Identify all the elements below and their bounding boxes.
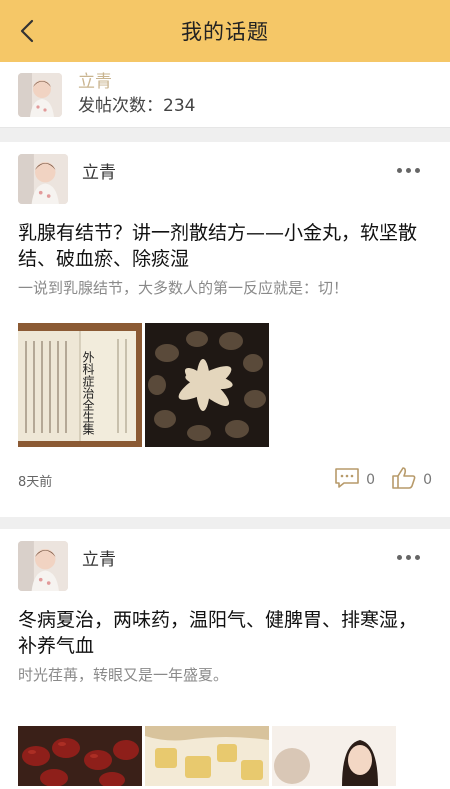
comment-button[interactable]: 0	[334, 467, 375, 493]
herb-image[interactable]	[145, 323, 269, 447]
back-icon[interactable]	[16, 17, 40, 45]
more-options-icon[interactable]	[397, 555, 420, 560]
comment-icon	[334, 467, 360, 493]
avatar[interactable]	[18, 541, 68, 591]
avatar[interactable]	[18, 154, 68, 204]
profile-name: 立青	[78, 71, 112, 92]
post-excerpt: 时光荏苒，转眼又是一年盛夏。	[18, 666, 229, 684]
ginger-image[interactable]	[145, 726, 269, 786]
post-title[interactable]: 乳腺有结节？讲一剂散结方——小金丸，软坚散结、破血瘀、除痰湿	[18, 220, 424, 272]
post-title[interactable]: 冬病夏治，两味药，温阳气、健脾胃、排寒湿，补养气血	[18, 607, 424, 659]
avatar[interactable]	[18, 72, 62, 117]
author-name: 立青	[82, 550, 116, 570]
divider	[0, 517, 450, 529]
more-options-icon[interactable]	[397, 168, 420, 173]
page-title: 我的话题	[181, 20, 269, 44]
book-image[interactable]: 外科症治全生集	[18, 323, 142, 447]
woman-image[interactable]	[272, 726, 396, 786]
comment-count: 0	[366, 472, 376, 488]
post-time: 8天前	[18, 474, 53, 490]
post-count: 发帖次数：234	[78, 95, 196, 116]
thumbs-up-icon	[391, 466, 417, 494]
app-header: 我的话题	[0, 0, 450, 62]
profile-summary: 立青 发帖次数：234	[0, 62, 450, 128]
post-images	[18, 726, 432, 786]
like-button[interactable]: 0	[391, 466, 432, 494]
book-title-text: 外科症治全生集	[81, 351, 95, 435]
divider	[0, 128, 450, 142]
post-excerpt: 一说到乳腺结节，大多数人的第一反应就是：切！	[18, 279, 349, 297]
like-count: 0	[423, 472, 432, 488]
dates-image[interactable]	[18, 726, 142, 786]
post-card[interactable]: 立青 乳腺有结节？讲一剂散结方——小金丸，软坚散结、破血瘀、除痰湿 一说到乳腺结…	[0, 142, 450, 517]
post-card[interactable]: 立青 冬病夏治，两味药，温阳气、健脾胃、排寒湿，补养气血 时光荏苒，转眼又是一年…	[0, 529, 450, 789]
post-images: 外科症治全生集	[18, 323, 432, 447]
author-name: 立青	[82, 163, 116, 183]
